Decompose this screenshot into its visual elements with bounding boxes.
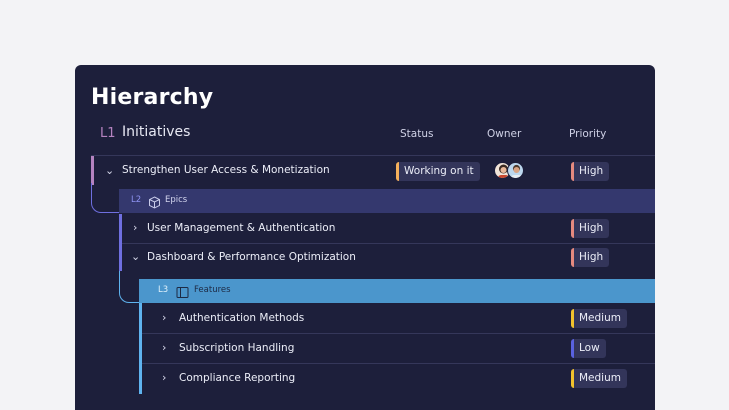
feature-row[interactable]: › Subscription Handling Low: [75, 334, 655, 364]
owner-avatars[interactable]: [494, 162, 526, 180]
initiative-label: Strengthen User Access & Monetization: [122, 164, 330, 176]
chevron-right-icon[interactable]: ›: [162, 341, 166, 354]
hierarchy-panel: Hierarchy L1 Initiatives Status Owner Pr…: [75, 65, 655, 410]
level-label-initiatives: Initiatives: [122, 124, 191, 140]
column-header-owner[interactable]: Owner: [487, 128, 521, 140]
priority-badge[interactable]: Low: [571, 339, 606, 358]
status-badge[interactable]: Working on it: [396, 162, 480, 181]
epic-label: Dashboard & Performance Optimization: [147, 251, 356, 263]
column-header-priority[interactable]: Priority: [569, 128, 606, 140]
level-tag-l2: L2: [131, 195, 142, 205]
column-header-status[interactable]: Status: [400, 128, 433, 140]
chevron-right-icon[interactable]: ›: [162, 311, 166, 324]
epic-label: User Management & Authentication: [147, 222, 336, 234]
level-tag-l1: L1: [100, 126, 116, 141]
column-header-row: L1 Initiatives Status Owner Priority: [75, 123, 655, 149]
priority-badge[interactable]: High: [571, 162, 610, 181]
sidebar-layout-icon: [176, 284, 189, 298]
priority-badge[interactable]: Medium: [571, 369, 627, 388]
features-band[interactable]: L3 Features: [139, 279, 655, 303]
epics-label: Epics: [165, 195, 188, 205]
priority-badge[interactable]: High: [571, 219, 610, 238]
l2-connector: [119, 271, 139, 303]
box-icon: [148, 194, 161, 209]
l1-connector: [91, 183, 119, 213]
feature-label: Compliance Reporting: [179, 372, 296, 384]
feature-label: Subscription Handling: [179, 342, 295, 354]
feature-row[interactable]: › Compliance Reporting Medium: [75, 364, 655, 394]
priority-badge[interactable]: Medium: [571, 309, 627, 328]
feature-row[interactable]: › Authentication Methods Medium: [75, 304, 655, 334]
level-tag-l3: L3: [158, 285, 169, 295]
epic-row[interactable]: ⌄ Dashboard & Performance Optimization H…: [75, 243, 655, 273]
epic-row[interactable]: › User Management & Authentication High: [75, 214, 655, 244]
feature-label: Authentication Methods: [179, 312, 305, 324]
initiative-row[interactable]: ⌄ Strengthen User Access & Monetization …: [75, 156, 655, 186]
features-label: Features: [194, 285, 231, 295]
priority-badge[interactable]: High: [571, 248, 610, 267]
epics-band[interactable]: L2 Epics: [119, 189, 655, 213]
chevron-right-icon[interactable]: ›: [162, 371, 166, 384]
avatar: [507, 162, 524, 179]
chevron-down-icon[interactable]: ⌄: [131, 250, 140, 263]
page-title: Hierarchy: [91, 85, 214, 110]
chevron-down-icon[interactable]: ⌄: [105, 164, 114, 177]
chevron-right-icon[interactable]: ›: [133, 221, 137, 234]
